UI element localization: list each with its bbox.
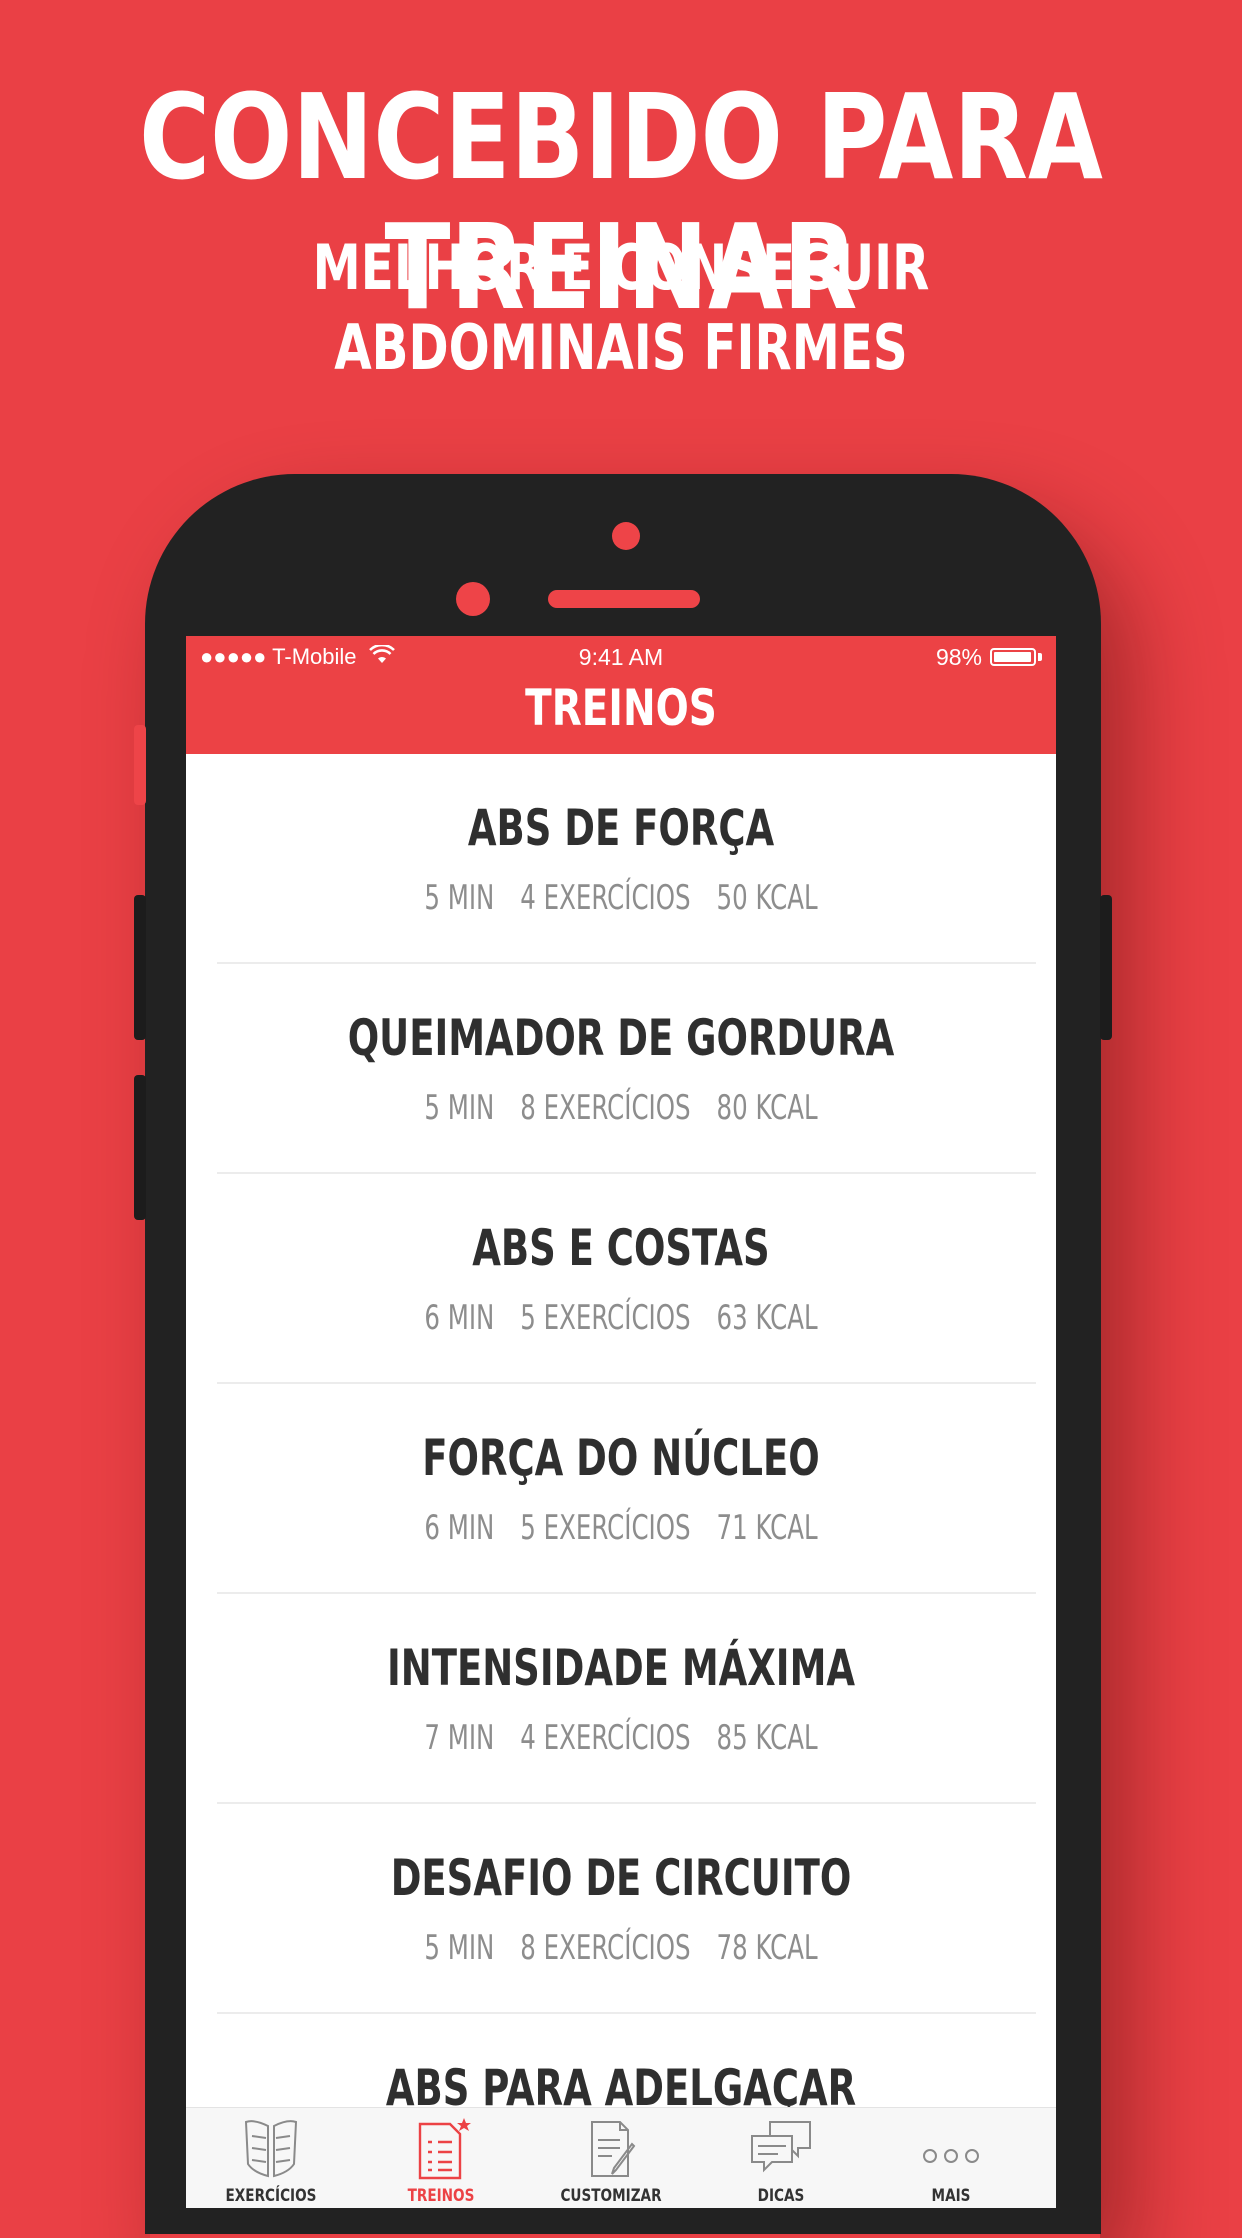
tab-label: MAIS: [931, 2186, 971, 2206]
promo-subheadline: MELHOR E CONSEGUIR ABDOMINAIS FIRMES: [312, 231, 930, 384]
workout-meta: 5 MIN 8 EXERCÍCIOS 80 KCAL: [308, 1086, 934, 1130]
workout-calories: 80 KCAL: [716, 1088, 818, 1128]
document-edit-icon: [580, 2116, 642, 2184]
tab-treinos[interactable]: TREINOS: [356, 2108, 526, 2208]
workout-row[interactable]: DESAFIO DE CIRCUITO 5 MIN 8 EXERCÍCIOS 78 …: [186, 1804, 1056, 2014]
workout-duration: 6 MIN: [424, 1298, 495, 1338]
tab-dicas[interactable]: DICAS: [696, 2108, 866, 2208]
phone-mute-switch: [134, 725, 146, 805]
workout-exercise-count: 4 EXERCÍCIOS: [520, 878, 691, 918]
tab-bar: EXERCÍCIOS TREINOS CUSTOMIZAR DICAS MAIS: [186, 2107, 1056, 2208]
workout-exercise-count: 4 EXERCÍCIOS: [520, 1718, 691, 1758]
workout-row[interactable]: ABS E COSTAS 6 MIN 5 EXERCÍCIOS 63 KCAL: [186, 1174, 1056, 1384]
phone-volume-up-button: [134, 895, 146, 1040]
workout-title: QUEIMADOR DE GORDURA: [347, 1009, 895, 1067]
phone-volume-down-button: [134, 1075, 146, 1220]
abs-icon: [240, 2116, 302, 2184]
workout-meta: 7 MIN 4 EXERCÍCIOS 85 KCAL: [308, 1716, 934, 1760]
tab-label: EXERCÍCIOS: [225, 2186, 317, 2206]
app-screen: ●●●●● T-Mobile 9:41 AM 98% TREINOS ABS D…: [186, 636, 1056, 2208]
workout-title: DESAFIO DE CIRCUITO: [390, 1849, 852, 1907]
battery-icon: [990, 648, 1036, 666]
phone-power-button: [1100, 895, 1112, 1040]
workout-calories: 85 KCAL: [716, 1718, 818, 1758]
navigation-bar: ●●●●● T-Mobile 9:41 AM 98% TREINOS: [186, 636, 1056, 754]
workout-row[interactable]: FORÇA DO NÚCLEO 6 MIN 5 EXERCÍCIOS 71 KCAL: [186, 1384, 1056, 1594]
workout-meta: 6 MIN 5 EXERCÍCIOS 71 KCAL: [308, 1506, 934, 1550]
workout-row[interactable]: ABS DE FORÇA 5 MIN 4 EXERCÍCIOS 50 KCAL: [186, 754, 1056, 964]
workout-row[interactable]: QUEIMADOR DE GORDURA 5 MIN 8 EXERCÍCIOS 80…: [186, 964, 1056, 1174]
chat-bubbles-icon: [748, 2116, 814, 2184]
workout-exercise-count: 5 EXERCÍCIOS: [520, 1508, 691, 1548]
workout-exercise-count: 8 EXERCÍCIOS: [520, 1088, 691, 1128]
tab-exercicios[interactable]: EXERCÍCIOS: [186, 2108, 356, 2208]
workout-list: ABS DE FORÇA 5 MIN 4 EXERCÍCIOS 50 KCAL QU…: [186, 754, 1056, 2208]
tab-label: CUSTOMIZAR: [560, 2186, 662, 2206]
workout-duration: 5 MIN: [424, 1928, 495, 1968]
tab-mais[interactable]: MAIS: [866, 2108, 1036, 2208]
tab-label: DICAS: [757, 2186, 805, 2206]
workout-duration: 6 MIN: [424, 1508, 495, 1548]
workout-meta: 5 MIN 4 EXERCÍCIOS 50 KCAL: [308, 876, 934, 920]
earpiece-speaker: [548, 590, 700, 608]
checklist-icon: [410, 2116, 472, 2186]
workout-duration: 5 MIN: [424, 1088, 495, 1128]
page-title: TREINOS: [525, 679, 717, 737]
workout-meta: 6 MIN 5 EXERCÍCIOS 63 KCAL: [308, 1296, 934, 1340]
workout-title: ABS DE FORÇA: [467, 799, 775, 857]
front-camera-icon: [612, 522, 640, 550]
workout-duration: 5 MIN: [424, 878, 495, 918]
proximity-sensor-icon: [456, 582, 490, 616]
workout-calories: 71 KCAL: [716, 1508, 818, 1548]
tab-label: TREINOS: [407, 2186, 475, 2206]
battery-tip: [1038, 653, 1042, 661]
workout-title: ABS E COSTAS: [472, 1219, 770, 1277]
tab-customizar[interactable]: CUSTOMIZAR: [526, 2108, 696, 2208]
workout-exercise-count: 5 EXERCÍCIOS: [520, 1298, 691, 1338]
workout-calories: 78 KCAL: [716, 1928, 818, 1968]
workout-meta: 5 MIN 8 EXERCÍCIOS 78 KCAL: [308, 1926, 934, 1970]
workout-row[interactable]: INTENSIDADE MÁXIMA 7 MIN 4 EXERCÍCIOS 85 K…: [186, 1594, 1056, 1804]
more-dots-icon: [918, 2116, 984, 2184]
workout-exercise-count: 8 EXERCÍCIOS: [520, 1928, 691, 1968]
workout-title: FORÇA DO NÚCLEO: [422, 1429, 820, 1487]
workout-calories: 50 KCAL: [716, 878, 818, 918]
workout-title: INTENSIDADE MÁXIMA: [386, 1639, 856, 1697]
workout-calories: 63 KCAL: [716, 1298, 818, 1338]
workout-duration: 7 MIN: [424, 1718, 495, 1758]
